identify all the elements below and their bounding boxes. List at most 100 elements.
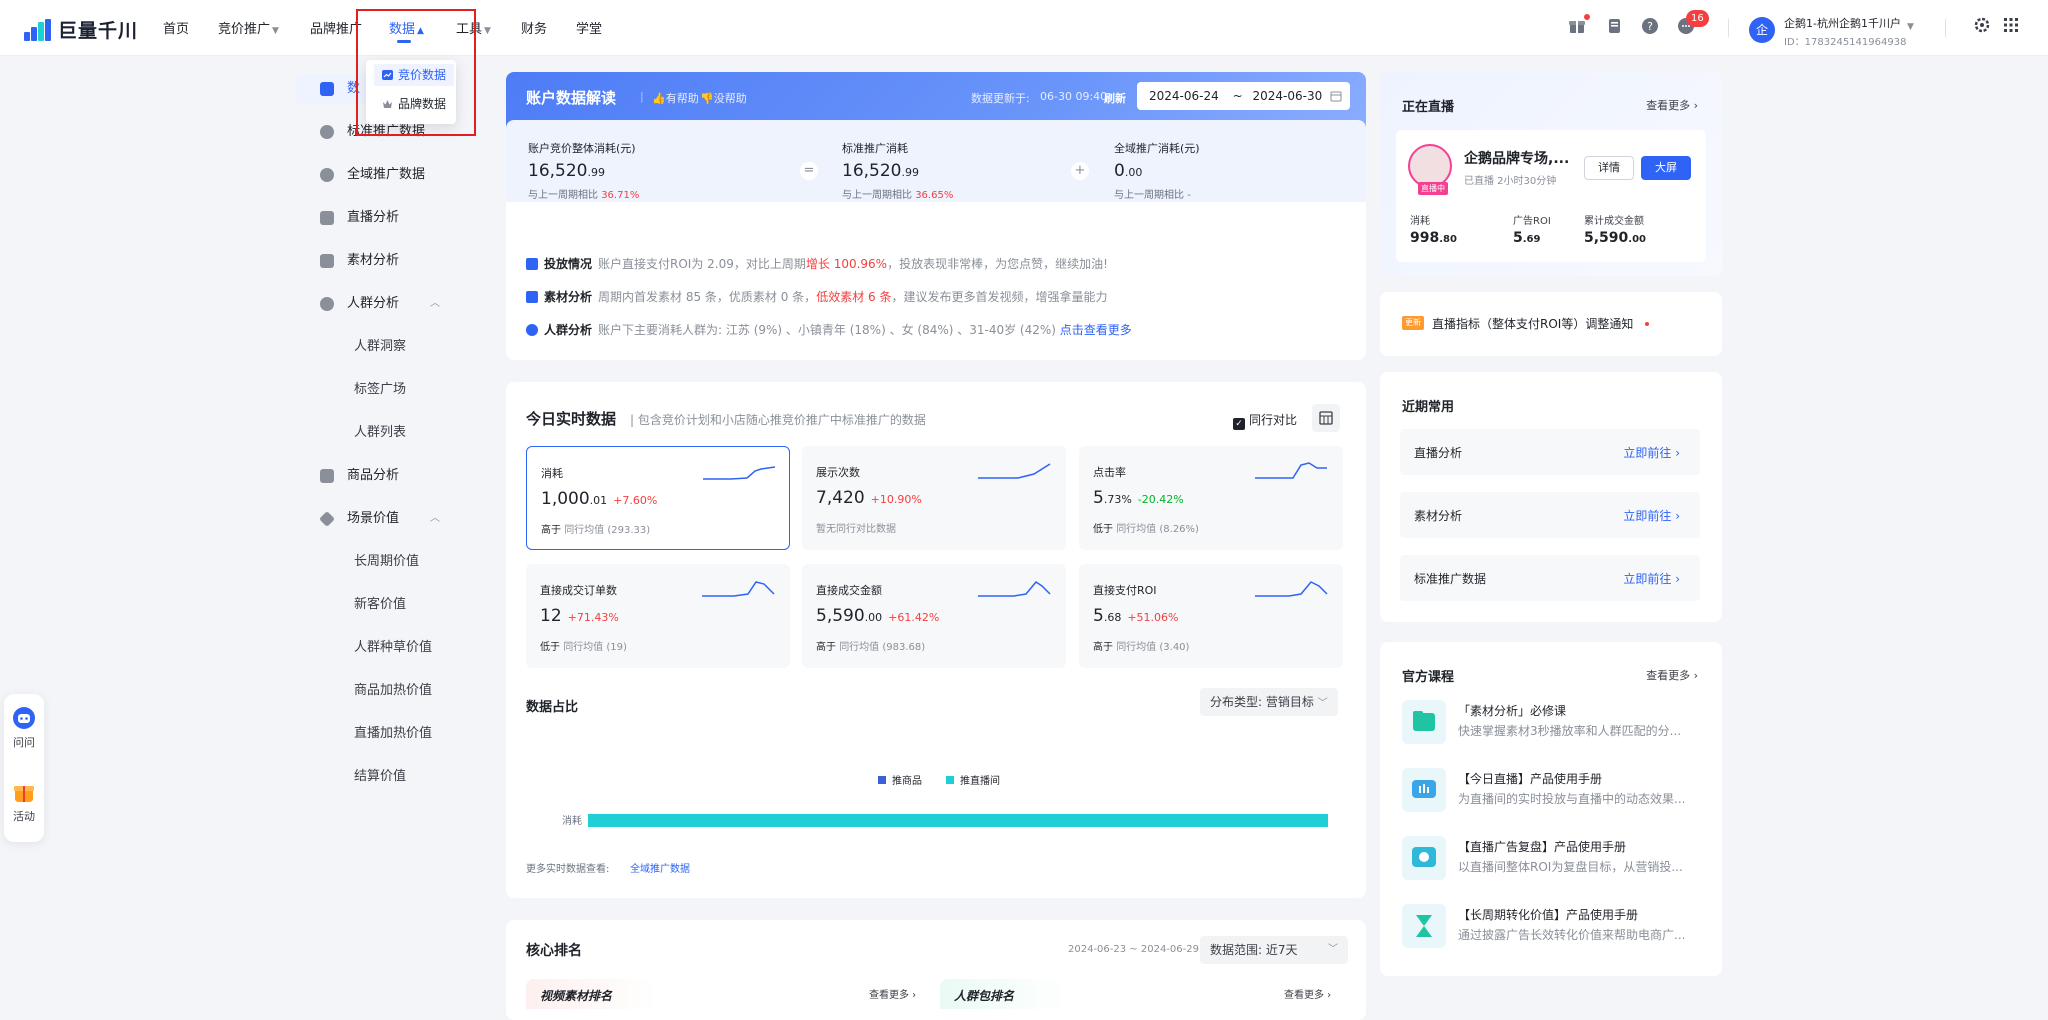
distribution-type-select[interactable]: 分布类型: 营销目标 ﹀ bbox=[1200, 688, 1338, 716]
global-promo-data-link[interactable]: 全域推广数据 bbox=[630, 860, 690, 875]
ask-button[interactable]: 问问 bbox=[4, 706, 44, 750]
sidebar-item-new-customer-value[interactable]: 新客价值 bbox=[296, 590, 476, 620]
table-view-button[interactable] bbox=[1312, 404, 1340, 432]
settings-icon[interactable] bbox=[1972, 17, 1992, 37]
sidebar-item-scene-value[interactable]: 场景价值 ︿ bbox=[296, 504, 476, 534]
nav-academy[interactable]: 学堂 bbox=[576, 18, 602, 37]
courses-more-link[interactable]: 查看更多 › bbox=[1646, 667, 1698, 683]
live-bigscreen-button[interactable]: 大屏 bbox=[1641, 156, 1691, 180]
kpi-compare: 高于 同行均值 (983.68) bbox=[816, 642, 926, 653]
kpi-compare: 高于 同行均值 (293.33) bbox=[541, 525, 651, 536]
date-range-picker[interactable]: 2024-06-24 ~ 2024-06-30 bbox=[1137, 82, 1350, 110]
video-rank-tab-label: 视频素材排名 bbox=[540, 989, 613, 1003]
kpi-card[interactable]: 展示次数 7,420 +10.90% 暂无同行对比数据 bbox=[802, 446, 1066, 550]
data-scope-select[interactable]: 数据范围: 近7天 ﹀ bbox=[1200, 936, 1348, 964]
sidebar-item-global-promo[interactable]: 全域推广数据 bbox=[296, 160, 476, 190]
kpi-change: +51.06% bbox=[1127, 611, 1179, 624]
nav-home[interactable]: 首页 bbox=[163, 18, 189, 37]
go-link[interactable]: 立即前往 › bbox=[1623, 444, 1680, 461]
book-icon[interactable] bbox=[1604, 17, 1624, 37]
kpi-change: +71.43% bbox=[567, 611, 619, 624]
course-item[interactable]: 【今日直播】产品使用手册 为直播间的实时投放与直播中的动态效果... bbox=[1402, 762, 1702, 818]
legend-label: 推直播间 bbox=[960, 774, 1000, 787]
sidebar-item-label: 商品加热价值 bbox=[354, 683, 433, 698]
course-item[interactable]: 【直播广告复盘】产品使用手册 以直播间整体ROI为复盘目标，从营销投... bbox=[1402, 830, 1702, 886]
recent-item-label: 素材分析 bbox=[1414, 509, 1463, 523]
gift-dot bbox=[1584, 14, 1590, 20]
legend-item[interactable]: 推直播间 bbox=[946, 774, 1000, 787]
kpi-value: 12 +71.43% bbox=[540, 606, 619, 626]
live-stat-value: 5.69 bbox=[1513, 230, 1541, 246]
sidebar-item-audience-insight[interactable]: 人群洞察 bbox=[296, 332, 476, 362]
nav-brand-promotion-label: 品牌推广 bbox=[310, 22, 363, 37]
course-item[interactable]: 「素材分析」必修课 快速掌握素材3秒播放率和人群匹配的分... bbox=[1402, 694, 1702, 750]
live-room-card[interactable]: 直播中 企鹅品牌专场,... 已直播 2小时30分钟 详情 大屏 消耗 998.… bbox=[1396, 130, 1706, 262]
recent-item-live-analysis[interactable]: 直播分析 立即前往 › bbox=[1400, 429, 1700, 475]
category-label: 消耗 bbox=[562, 814, 582, 827]
view-more-link[interactable]: 点击查看更多 bbox=[1060, 323, 1132, 337]
sidebar-item-audience-list[interactable]: 人群列表 bbox=[296, 418, 476, 448]
recent-item-material-analysis[interactable]: 素材分析 立即前往 › bbox=[1400, 492, 1700, 538]
sidebar-item-live-analysis[interactable]: 直播分析 bbox=[296, 203, 476, 233]
sidebar-item-audience-analysis[interactable]: 人群分析 ︿ bbox=[296, 289, 476, 319]
live-detail-button[interactable]: 详情 bbox=[1584, 156, 1634, 180]
helpful-button[interactable]: 👍有帮助 bbox=[652, 90, 699, 106]
apps-grid-icon[interactable] bbox=[2001, 17, 2021, 37]
account-avatar[interactable]: 企 bbox=[1749, 17, 1775, 43]
sidebar-item-live-boost-value[interactable]: 直播加热价值 bbox=[296, 719, 476, 749]
chevron-down-icon: ﹀ bbox=[1328, 944, 1338, 955]
sidebar-item-product-boost-value[interactable]: 商品加热价值 bbox=[296, 676, 476, 706]
nav-bid-promotion[interactable]: 竞价推广 ▼ bbox=[218, 18, 279, 37]
notice-text: 直播指标（整体支付ROI等）调整通知 bbox=[1432, 317, 1634, 331]
course-item[interactable]: 【长周期转化价值】产品使用手册 通过披露广告长效转化价值来帮助电商广... bbox=[1402, 898, 1702, 954]
kpi-card[interactable]: 直接成交订单数 12 +71.43% 低于 同行均值 (19) bbox=[526, 564, 790, 668]
refresh-button[interactable]: 刷新 bbox=[1104, 90, 1126, 106]
sidebar-item-label: 标签广场 bbox=[354, 382, 407, 397]
video-rank-tab[interactable]: 视频素材排名 bbox=[526, 979, 656, 1009]
live-more-link[interactable]: 查看更多 › bbox=[1646, 97, 1698, 113]
gift-icon[interactable] bbox=[1567, 17, 1587, 37]
realtime-subtitle: | 包含竞价计划和小店随心推竞价推广中标准推广的数据 bbox=[630, 413, 926, 427]
kpi-change: +10.90% bbox=[870, 493, 922, 506]
checkbox-icon: ✓ bbox=[1233, 418, 1245, 430]
not-helpful-button[interactable]: 👎没帮助 bbox=[700, 90, 747, 106]
insight-audience: 人群分析 账户下主要消耗人群为: 江苏 (9%) 、小镇青年 (18%) 、女 (… bbox=[526, 321, 1132, 338]
go-link[interactable]: 立即前往 › bbox=[1623, 507, 1680, 524]
metric-compare: 与上一周期相比 36.71% bbox=[528, 190, 640, 201]
kpi-card[interactable]: 点击率 5.73% -20.42% 低于 同行均值 (8.26%) bbox=[1079, 446, 1343, 550]
sidebar-item-settlement-value[interactable]: 结算价值 bbox=[296, 762, 476, 792]
peer-compare-checkbox[interactable]: ✓ 同行对比 bbox=[1233, 411, 1297, 430]
help-icon[interactable]: ? bbox=[1640, 17, 1660, 37]
user-icon bbox=[526, 324, 538, 336]
live-stat-label: 消耗 bbox=[1410, 216, 1430, 227]
audience-rank-more[interactable]: 查看更多 › bbox=[1284, 986, 1331, 1001]
kpi-card[interactable]: 直接支付ROI 5.68 +51.06% 高于 同行均值 (3.40) bbox=[1079, 564, 1343, 668]
kpi-card[interactable]: 消耗 1,000.01 +7.60% 高于 同行均值 (293.33) bbox=[526, 446, 790, 550]
sidebar-item-tag-square[interactable]: 标签广场 bbox=[296, 375, 476, 405]
kpi-compare: 暂无同行对比数据 bbox=[816, 524, 896, 535]
sidebar-item-material-analysis[interactable]: 素材分析 bbox=[296, 246, 476, 276]
go-link[interactable]: 立即前往 › bbox=[1623, 570, 1680, 587]
bar-segment[interactable] bbox=[588, 814, 1328, 827]
nav-brand-promotion[interactable]: 品牌推广 bbox=[310, 18, 362, 37]
chevron-down-icon[interactable]: ▼ bbox=[1907, 22, 1914, 32]
recent-item-standard-data[interactable]: 标准推广数据 立即前往 › bbox=[1400, 555, 1700, 601]
audience-rank-tab[interactable]: 人群包排名 bbox=[940, 979, 1070, 1009]
sidebar-item-long-cycle-value[interactable]: 长周期价值 bbox=[296, 547, 476, 577]
notice-card[interactable]: 更新 直播指标（整体支付ROI等）调整通知 bbox=[1380, 292, 1722, 356]
account-name[interactable]: 企鹅1-杭州企鹅1千川户 bbox=[1784, 15, 1901, 31]
trend-icon bbox=[526, 258, 538, 270]
chevron-down-icon: ▼ bbox=[484, 26, 491, 36]
metric-value: 16,520.99 bbox=[528, 161, 605, 181]
nav-finance[interactable]: 财务 bbox=[521, 18, 547, 37]
date-separator: ~ bbox=[1232, 89, 1243, 103]
logo[interactable]: 巨量千川 bbox=[24, 16, 138, 43]
plus-icon: + bbox=[1071, 162, 1089, 180]
sidebar-item-product-analysis[interactable]: 商品分析 bbox=[296, 461, 476, 491]
kpi-card[interactable]: 直接成交金额 5,590.00 +61.42% 高于 同行均值 (983.68) bbox=[802, 564, 1066, 668]
sidebar-item-seeding-value[interactable]: 人群种草价值 bbox=[296, 633, 476, 663]
legend-item[interactable]: 推商品 bbox=[878, 774, 922, 787]
video-rank-more[interactable]: 查看更多 › bbox=[869, 986, 916, 1001]
not-helpful-label: 没帮助 bbox=[713, 92, 747, 105]
activity-button[interactable]: 活动 bbox=[4, 780, 44, 824]
